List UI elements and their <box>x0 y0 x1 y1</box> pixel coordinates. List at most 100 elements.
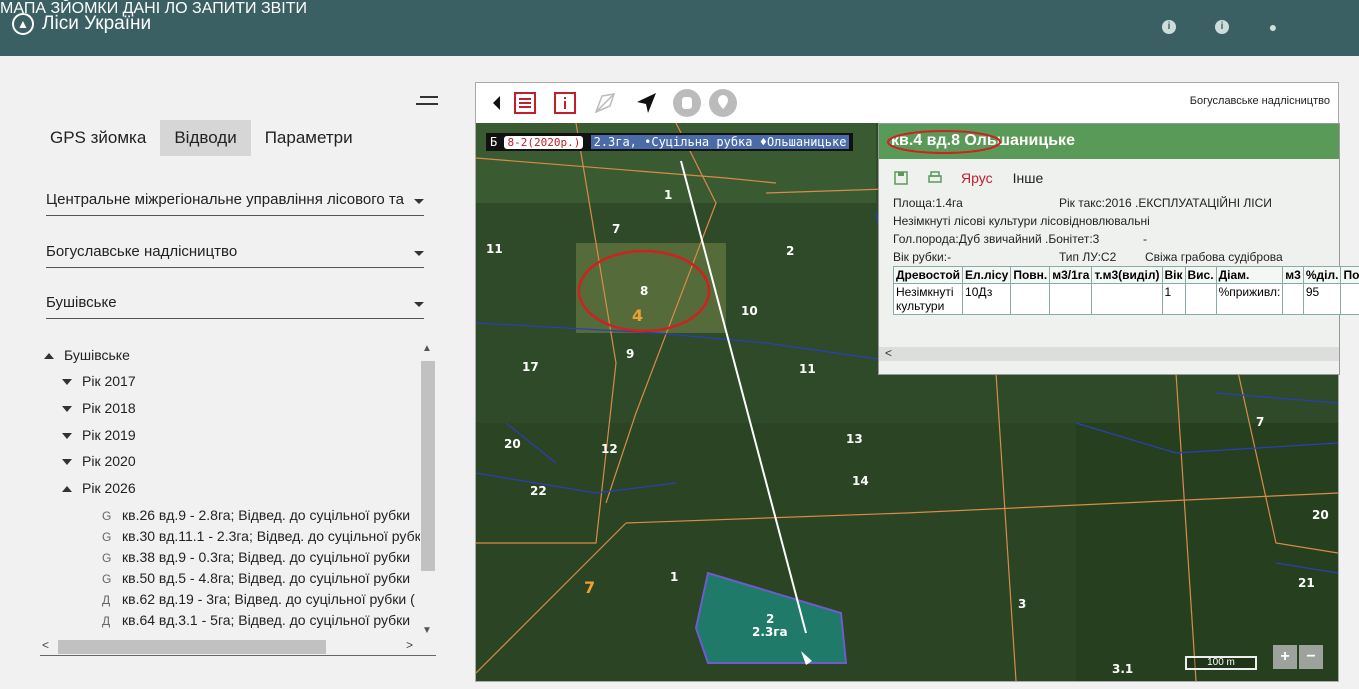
table-cell <box>1091 283 1163 315</box>
info-type: Тип ЛУ:С2 <box>1059 250 1117 264</box>
scrollbar-thumb[interactable] <box>421 361 435 571</box>
table-cell <box>1282 283 1304 315</box>
tooltip-tag: 8-2(2020р.) <box>504 136 584 149</box>
map-label: 1 <box>670 570 678 584</box>
item-type-marker: G <box>102 572 112 586</box>
app-title: Ліси України <box>42 13 152 34</box>
district-select[interactable]: Бушівське <box>46 289 424 319</box>
zoom-out-button[interactable]: − <box>1299 645 1323 669</box>
table-cell <box>1184 283 1217 315</box>
table-cell <box>1049 283 1093 315</box>
tree-year-2019[interactable]: Рік 2019 <box>62 427 136 443</box>
list-item[interactable]: Gкв.26 вд.9 - 2.8га; Відвед. до суцільно… <box>102 507 410 523</box>
nav-lo[interactable]: ЛО <box>165 0 188 17</box>
tree-horizontal-scrollbar[interactable]: < > <box>40 638 420 654</box>
info-toolbar: Ярус Інше <box>893 170 1043 186</box>
scroll-down-icon[interactable]: ▼ <box>422 625 432 636</box>
nav-reports[interactable]: ЗВІТИ <box>261 0 307 17</box>
user-icon[interactable]: ● <box>1266 20 1280 34</box>
table-header: м3 <box>1282 266 1304 284</box>
map-label: 11 <box>486 242 503 256</box>
table-cell: 10Дз <box>962 283 1012 315</box>
tree-year-label: Рік 2020 <box>82 453 136 469</box>
map-label: 12 <box>601 442 618 456</box>
app-logo[interactable]: ▲ Ліси України <box>12 13 151 35</box>
table-cell: 95 <box>1302 283 1342 315</box>
table-row: Незімкнуті культури 10Дз 1 %приживл: 95 <box>892 283 1359 315</box>
forestry-select[interactable]: Богуславське надлісництво <box>46 238 424 268</box>
navigate-arrow-icon[interactable] <box>634 90 660 116</box>
list-item[interactable]: Gкв.30 вд.11.1 - 2.3га; Відвед. до суціл… <box>102 528 429 544</box>
tab-allotments[interactable]: Відводи <box>160 120 251 156</box>
list-item[interactable]: Дкв.62 вд.19 - 3га; Відвед. до суцільної… <box>102 591 415 607</box>
divider <box>40 655 436 656</box>
tree-year-2020[interactable]: Рік 2020 <box>62 453 136 469</box>
back-arrow-icon[interactable] <box>484 90 510 116</box>
location-pin-icon[interactable] <box>708 88 738 118</box>
list-item[interactable]: Gкв.50 вд.5 - 4.8га; Відвед. до суцільно… <box>102 570 410 586</box>
expand-up-icon <box>62 486 72 493</box>
tab-other[interactable]: Інше <box>1013 170 1044 186</box>
table-header: Древостой <box>892 266 964 284</box>
list-icon[interactable] <box>512 90 538 116</box>
item-type-marker: Д <box>102 593 111 607</box>
tree-year-label: Рік 2026 <box>82 480 136 496</box>
highlight-ellipse <box>887 130 1001 154</box>
print-icon[interactable] <box>927 170 943 186</box>
scroll-up-icon[interactable]: ▲ <box>422 343 432 354</box>
tree-logo-icon: ▲ <box>12 13 34 35</box>
tooltip-text: 2.3га, •Суцільна рубка ♦Ольшаницьке <box>590 135 850 149</box>
forestry-select-value: Богуславське надлісництво <box>46 243 238 260</box>
table-cell: 1 <box>1161 283 1186 315</box>
chevron-down-icon <box>414 199 424 204</box>
map-label: 20 <box>1312 508 1329 522</box>
district-select-value: Бушівське <box>46 294 117 311</box>
collapse-down-icon <box>62 433 72 440</box>
map-label: 7 <box>612 222 620 236</box>
pan-hand-icon[interactable] <box>672 88 702 118</box>
map-label: 2.3га <box>752 625 788 639</box>
info-species: Гол.порода:Дуб звичайний .Бонітет:3 <box>893 232 1100 246</box>
tree-year-2018[interactable]: Рік 2018 <box>62 400 136 416</box>
info-circle-icon[interactable]: i <box>1162 20 1176 34</box>
map-label: 3.1 <box>1112 662 1133 676</box>
table-header: т.м3(виділ) <box>1091 266 1163 284</box>
list-item-label: кв.38 вд.9 - 0.3га; Відвед. до суцільної… <box>122 549 411 565</box>
list-item-label: кв.64 вд.3.1 - 5га; Відвед. до суцільної… <box>122 612 411 628</box>
list-item[interactable]: Gкв.38 вд.9 - 0.3га; Відвед. до суцільно… <box>102 549 410 565</box>
table-header: Вік <box>1161 266 1186 284</box>
save-icon[interactable] <box>893 170 909 186</box>
info-icon[interactable]: i <box>1215 20 1229 34</box>
tree-root[interactable]: Бушівське <box>44 347 130 363</box>
zoom-in-button[interactable]: + <box>1273 645 1297 669</box>
region-select[interactable]: Центральне міжрегіональне управління ліс… <box>46 186 424 216</box>
tree-year-2017[interactable]: Рік 2017 <box>62 373 136 389</box>
collapse-panel-icon[interactable] <box>416 96 438 108</box>
nav-queries[interactable]: ЗАПИТИ <box>192 0 256 17</box>
quarter-label: 4 <box>632 306 643 325</box>
map-label: 10 <box>741 304 758 318</box>
panel-tabs: GPS зйомка Відводи Параметри <box>36 120 367 156</box>
scroll-right-icon[interactable]: > <box>406 638 413 652</box>
list-item[interactable]: Дкв.64 вд.3.1 - 5га; Відвед. до суцільно… <box>102 612 410 628</box>
item-type-marker: G <box>102 530 112 544</box>
map-label: 2 <box>786 244 794 258</box>
tree-year-label: Рік 2017 <box>82 373 136 389</box>
tab-parameters[interactable]: Параметри <box>251 120 367 156</box>
collapse-down-icon <box>62 379 72 386</box>
list-item-label: кв.26 вд.9 - 2.8га; Відвед. до суцільної… <box>122 507 411 523</box>
scroll-left-icon[interactable]: < <box>42 638 49 652</box>
tree-root-label: Бушівське <box>64 347 130 363</box>
table-header: %діл. <box>1302 266 1342 284</box>
tree-year-2026[interactable]: Рік 2026 <box>62 480 136 496</box>
tab-tier[interactable]: Ярус <box>961 170 993 186</box>
tab-gps-survey[interactable]: GPS зйомка <box>36 120 160 156</box>
measure-polygon-icon[interactable] <box>592 90 618 116</box>
list-item-label: кв.50 вд.5 - 4.8га; Відвед. до суцільної… <box>122 570 411 586</box>
info-horizontal-scrollbar[interactable]: < <box>879 346 1339 361</box>
info-box-icon[interactable] <box>552 90 578 116</box>
tree-vertical-scrollbar[interactable]: ▲ ▼ <box>420 341 436 641</box>
scroll-left-icon[interactable]: < <box>885 346 892 360</box>
top-navbar: ▲ Ліси України МАПА ЗЙОМКИ ДАНІ ЛО ЗАПИТ… <box>0 0 1359 56</box>
scrollbar-thumb[interactable] <box>58 640 326 654</box>
